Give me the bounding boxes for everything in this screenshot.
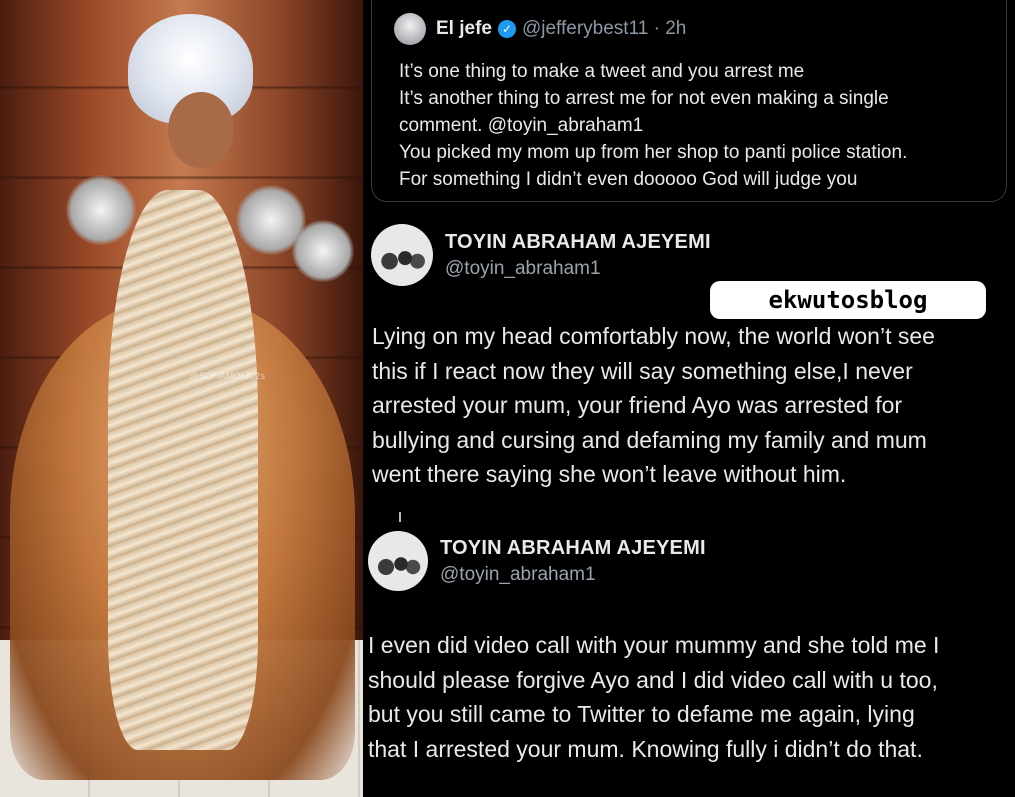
celebrity-photo: @SOFIAMOLA.2s [0,0,363,797]
avatar[interactable] [368,531,428,591]
avatar[interactable] [394,13,426,45]
verified-badge-icon: ✓ [497,20,516,38]
author-handle[interactable]: @toyin_abraham1 [445,258,711,280]
face [168,92,234,168]
tweet-text: Lying on my head comfortably now, the wo… [372,323,935,487]
quoted-tweet-header: El jefe ✓ @jefferybest11 · 2h [394,13,687,45]
tweets-panel: El jefe ✓ @jefferybest11 · 2h It’s one t… [363,0,1015,797]
author-name[interactable]: TOYIN ABRAHAM AJEYEMI [445,231,711,254]
tweet-header: TOYIN ABRAHAM AJEYEMI @toyin_abraham1 [371,224,711,286]
silver-flower [66,175,136,245]
photo-watermark: @SOFIAMOLA.2s [190,372,266,382]
avatar[interactable] [371,224,433,286]
tweet-header: TOYIN ABRAHAM AJEYEMI @toyin_abraham1 [368,531,706,591]
thread-connector [399,512,401,522]
quoted-tweet[interactable]: El jefe ✓ @jefferybest11 · 2h It’s one t… [371,0,1007,202]
blog-watermark: ekwutosblog [710,281,986,319]
silver-flower [292,220,354,282]
tweet-text: I even did video call with your mummy an… [368,632,940,762]
author-name[interactable]: TOYIN ABRAHAM AJEYEMI [440,537,706,560]
author-block: TOYIN ABRAHAM AJEYEMI @toyin_abraham1 [445,231,711,280]
embellished-dress [108,190,258,750]
quoted-tweet-text: It’s one thing to make a tweet and you a… [399,61,908,190]
author-name[interactable]: El jefe [436,18,492,40]
author-handle[interactable]: @toyin_abraham1 [440,564,706,586]
author-block: TOYIN ABRAHAM AJEYEMI @toyin_abraham1 [440,537,706,586]
author-handle-time: @jefferybest11 · 2h [521,18,687,39]
